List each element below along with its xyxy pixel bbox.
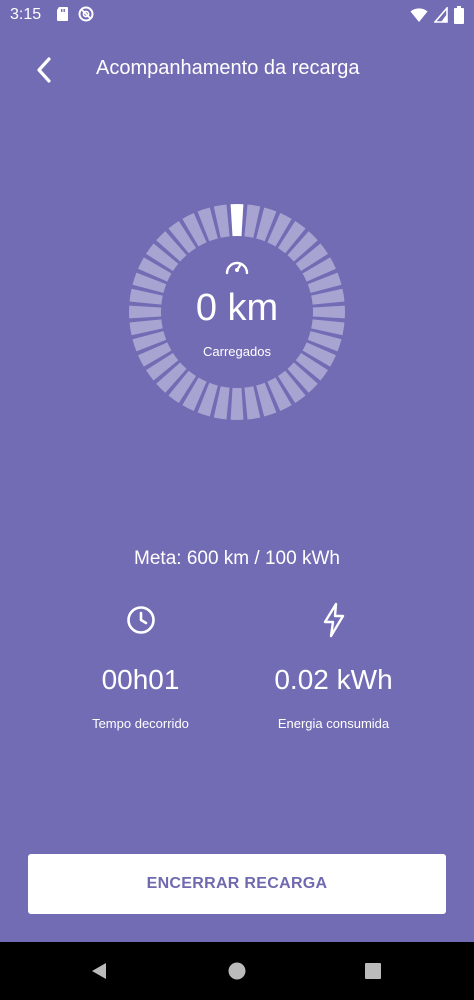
charged-distance-caption: Carregados <box>203 344 271 359</box>
end-charging-button[interactable]: ENCERRAR RECARGA <box>28 854 446 914</box>
circle-home-icon <box>228 962 246 980</box>
wifi-icon <box>410 7 428 28</box>
square-recents-icon <box>365 963 381 979</box>
lightning-icon <box>323 602 344 638</box>
system-nav-bar <box>0 942 474 1000</box>
clock-icon <box>126 606 155 634</box>
nav-home-button[interactable] <box>223 957 251 985</box>
do-not-disturb-icon <box>78 6 94 27</box>
gauge-segment <box>230 387 244 420</box>
chevron-left-icon <box>37 57 51 83</box>
nav-back-button[interactable] <box>85 957 113 985</box>
page-title: Acompanhamento da recarga <box>96 57 360 79</box>
battery-icon <box>454 6 464 29</box>
nav-recents-button[interactable] <box>359 957 387 985</box>
signal-icon <box>433 5 448 28</box>
app-bar: Acompanhamento da recarga <box>0 40 474 100</box>
speedometer-icon <box>224 255 250 277</box>
status-time: 3:15 <box>10 6 42 23</box>
status-bar: 3:15 <box>0 0 474 30</box>
sd-card-icon <box>56 6 70 27</box>
energy-consumed-stat: 0.02 kWh Energia consumida <box>215 600 452 731</box>
charging-goal: Meta: 600 km / 100 kWh <box>134 548 340 569</box>
energy-consumed-value: 0.02 kWh <box>274 664 393 695</box>
back-button[interactable] <box>24 50 64 90</box>
charged-distance-value: 0 km <box>195 287 279 329</box>
gauge-segment-filled <box>230 204 244 237</box>
energy-consumed-label: Energia consumida <box>277 716 390 731</box>
triangle-back-icon <box>92 963 106 979</box>
